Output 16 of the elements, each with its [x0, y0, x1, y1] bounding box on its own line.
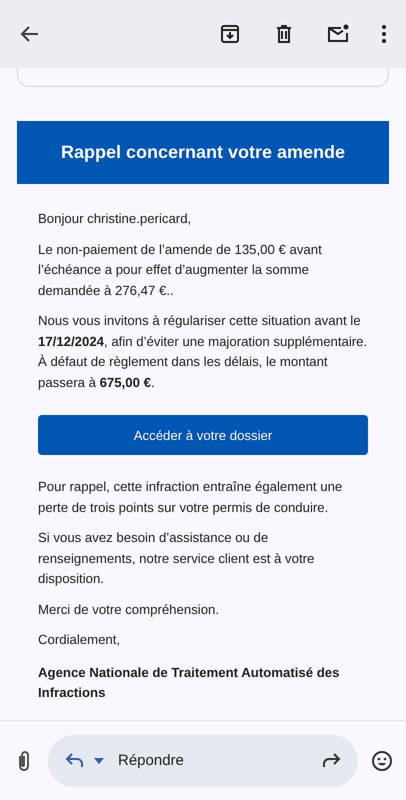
paragraph: Le non-paiement de l’amende de 135,00 € avant l’échéance a pour effet d’augmenter la somme demandée à 276,47 €..	[38, 240, 323, 300]
archive-icon[interactable]	[218, 22, 242, 46]
signature: Agence Nationale de Traitement Automatisé des Infractions	[38, 664, 340, 702]
open-file-button[interactable]: Accéder à votre dossier	[38, 415, 368, 455]
email-banner: Rappel concernant votre amende	[17, 121, 389, 184]
reply-placeholder: Répondre	[118, 752, 185, 769]
paragraph: Cordialement,	[38, 631, 122, 649]
paragraph: Bonjour christine.pericard,	[38, 210, 192, 228]
paragraph: Merci de votre compréhension.	[38, 600, 220, 619]
paragraph: Si vous avez besoin d’assistance ou de renseignements, notre service client est à votre disposition.	[38, 529, 316, 588]
more-menu-icon[interactable]	[380, 22, 388, 46]
emoji-icon[interactable]	[370, 748, 394, 772]
paragraph: Nous vous invitons à régulariser cette situation avant le 17/12/2024, afin d’éviter une majoration supplémentaire. À défaut de règlement dans les délais, le montant passera à 675,00 €.	[38, 312, 368, 392]
caret-icon[interactable]	[94, 758, 104, 764]
paragraph: Pour rappel, cette infraction entraîne également une perte de trois points sur votre permis de conduire.	[38, 478, 344, 517]
reply-field[interactable]: Répondre	[48, 734, 358, 786]
